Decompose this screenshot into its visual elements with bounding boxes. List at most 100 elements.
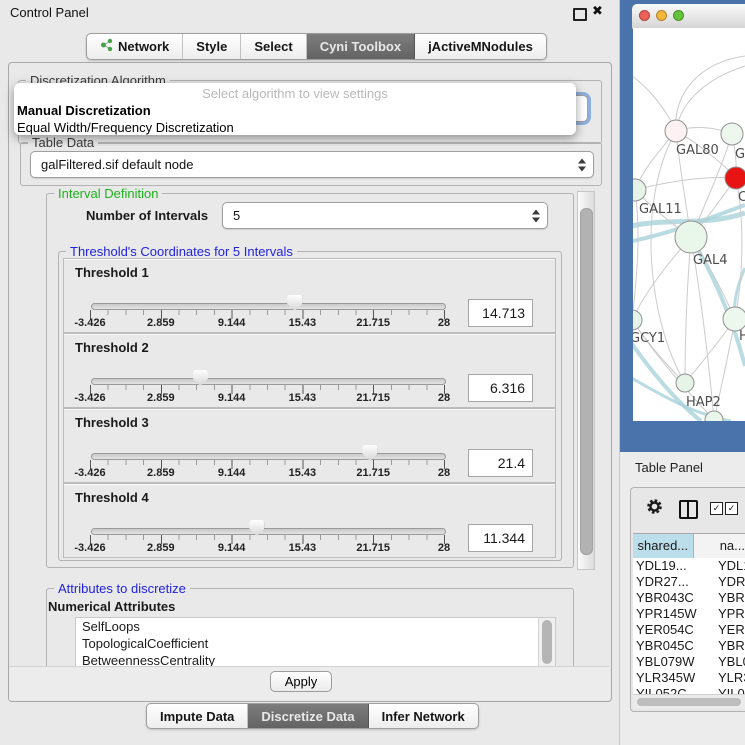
network-node[interactable] bbox=[633, 310, 642, 330]
slider-track[interactable] bbox=[91, 453, 446, 460]
slider-scale-label: 9.144 bbox=[218, 392, 246, 404]
table-row[interactable]: YLR345WYLR3 bbox=[633, 670, 745, 686]
network-edge bbox=[685, 237, 691, 383]
network-canvas[interactable]: GAL80G...C...GAL11GAL4GCY1H...HAP2 bbox=[633, 28, 745, 421]
attribute-list-item[interactable]: SelfLoops bbox=[76, 618, 555, 635]
table-row[interactable]: YBL079WYBL0 bbox=[633, 654, 745, 670]
table-cell: YBR0 bbox=[708, 638, 745, 654]
tab-label: Impute Data bbox=[160, 709, 234, 724]
bottom-tab-bar: Impute Data Discretize Data Infer Networ… bbox=[146, 703, 479, 729]
slider-scale-label: 2.859 bbox=[147, 317, 175, 329]
table-row[interactable]: YPR145WYPR1 bbox=[633, 606, 745, 622]
table-row[interactable]: YBR043CYBR0 bbox=[633, 590, 745, 606]
threshold-label: Threshold 1 bbox=[75, 265, 149, 280]
table-cell: YER054C bbox=[633, 622, 708, 638]
settings-scrollbar[interactable] bbox=[577, 191, 595, 570]
threshold-value-field[interactable]: 14.713 bbox=[468, 299, 533, 327]
tab-infer-network[interactable]: Infer Network bbox=[369, 704, 478, 728]
tab-discretize-data[interactable]: Discretize Data bbox=[248, 704, 368, 728]
num-intervals-combobox[interactable]: 5 bbox=[222, 202, 548, 229]
tab-label: Infer Network bbox=[382, 709, 465, 724]
table-horizontal-scrollbar[interactable] bbox=[633, 694, 745, 709]
slider-scale-label: 28 bbox=[438, 542, 450, 554]
list-items: SelfLoopsTopologicalCoefficientBetweenne… bbox=[76, 618, 555, 669]
tab-style[interactable]: Style bbox=[183, 34, 241, 59]
table-cell: YLR3 bbox=[708, 670, 745, 686]
minimize-traffic-light-icon[interactable] bbox=[656, 10, 667, 21]
threshold-value-field[interactable]: 11.344 bbox=[468, 524, 533, 552]
slider-scale-label: -3.426 bbox=[74, 392, 105, 404]
top-tab-bar: Network Style Select Cyni Toolbox jActiv… bbox=[86, 33, 547, 60]
table-cell: YBL079W bbox=[633, 654, 708, 670]
slider-scale-label: -3.426 bbox=[74, 317, 105, 329]
network-view: GAL80G...C...GAL11GAL4GCY1H...HAP2 bbox=[633, 28, 745, 421]
numerical-attributes-list[interactable]: SelfLoopsTopologicalCoefficientBetweenne… bbox=[75, 617, 556, 669]
scrollbar-thumb[interactable] bbox=[542, 620, 552, 664]
attribute-list-item[interactable]: TopologicalCoefficient bbox=[76, 635, 555, 652]
threshold-value-field[interactable]: 21.4 bbox=[468, 449, 533, 477]
slider-scale-label: 9.144 bbox=[218, 317, 246, 329]
network-node[interactable] bbox=[676, 374, 694, 392]
tab-label: Discretize Data bbox=[261, 709, 354, 724]
scrollbar-thumb[interactable] bbox=[637, 698, 741, 706]
float-icon[interactable] bbox=[573, 8, 587, 21]
zoom-traffic-light-icon[interactable] bbox=[673, 10, 684, 21]
network-node[interactable] bbox=[675, 221, 707, 253]
panel-title: Control Panel bbox=[10, 5, 89, 20]
tab-network[interactable]: Network bbox=[87, 34, 183, 59]
table-cell: YER0 bbox=[708, 622, 745, 638]
network-node[interactable] bbox=[723, 307, 745, 331]
table-cell: YLR345W bbox=[633, 670, 708, 686]
table-cell: YDR27... bbox=[633, 574, 708, 590]
close-icon[interactable]: ✖ bbox=[592, 3, 603, 19]
slider-track[interactable] bbox=[91, 528, 446, 535]
network-node[interactable] bbox=[633, 179, 646, 201]
dropdown-item-manual-discretization[interactable]: Manual Discretization bbox=[14, 102, 576, 119]
table-data-combobox[interactable]: galFiltered.sif default node bbox=[30, 151, 594, 178]
network-node[interactable] bbox=[721, 123, 743, 145]
close-traffic-light-icon[interactable] bbox=[639, 10, 650, 21]
checkbox-icon[interactable]: ✓ bbox=[725, 502, 738, 515]
table-row[interactable]: YDL19...YDL1 bbox=[633, 558, 745, 574]
table-cell: YDL1 bbox=[708, 558, 745, 574]
network-node-label: C... bbox=[738, 190, 745, 205]
threshold-1-panel: Threshold 1 -3.4262.8599.14415.4321.7152… bbox=[63, 258, 556, 333]
gear-icon[interactable] bbox=[646, 498, 663, 518]
table-cell: YDL19... bbox=[633, 558, 708, 574]
table-row[interactable]: YER054CYER0 bbox=[633, 622, 745, 638]
num-intervals-label: Number of Intervals bbox=[86, 208, 208, 223]
table-cell: YPR145W bbox=[633, 606, 708, 622]
apply-button[interactable]: Apply bbox=[270, 671, 332, 692]
column-header-name[interactable]: na... bbox=[694, 534, 745, 558]
stepper-icon bbox=[578, 158, 586, 171]
list-scrollbar[interactable] bbox=[538, 618, 555, 668]
checkbox-icon[interactable]: ✓ bbox=[710, 502, 723, 515]
network-node[interactable] bbox=[725, 167, 745, 189]
slider-scale-label: 21.715 bbox=[356, 392, 390, 404]
tab-select[interactable]: Select bbox=[241, 34, 306, 59]
network-edge bbox=[676, 66, 745, 131]
threshold-value-field[interactable]: 6.316 bbox=[468, 374, 533, 402]
table-row[interactable]: YIL052CYIL0 bbox=[633, 686, 745, 694]
slider-scale-label: -3.426 bbox=[74, 467, 105, 479]
dropdown-placeholder-item[interactable]: Select algorithm to view settings bbox=[14, 85, 576, 102]
network-edge bbox=[633, 190, 638, 320]
threshold-2-panel: Threshold 2 -3.4262.8599.14415.4321.7152… bbox=[63, 333, 556, 408]
table-row[interactable]: YDR27...YDR2 bbox=[633, 574, 745, 590]
network-edge bbox=[633, 320, 685, 383]
slider-track[interactable] bbox=[91, 303, 446, 310]
network-window-titlebar[interactable] bbox=[632, 4, 745, 29]
tab-cyni-toolbox[interactable]: Cyni Toolbox bbox=[307, 34, 415, 59]
split-columns-icon[interactable] bbox=[679, 500, 698, 519]
group-label: Attributes to discretize bbox=[54, 581, 190, 596]
tab-impute-data[interactable]: Impute Data bbox=[147, 704, 248, 728]
threshold-label: Threshold 2 bbox=[75, 340, 149, 355]
column-header-shared-name[interactable]: shared... bbox=[633, 534, 694, 558]
tab-jactivemnodules[interactable]: jActiveMNodules bbox=[415, 34, 546, 59]
table-row[interactable]: YBR045CYBR0 bbox=[633, 638, 745, 654]
network-node[interactable] bbox=[665, 120, 687, 142]
scrollbar-thumb[interactable] bbox=[580, 208, 593, 555]
dropdown-item-equal-width[interactable]: Equal Width/Frequency Discretization bbox=[14, 119, 576, 135]
network-node-label: GAL11 bbox=[639, 202, 682, 217]
slider-track[interactable] bbox=[91, 378, 446, 385]
